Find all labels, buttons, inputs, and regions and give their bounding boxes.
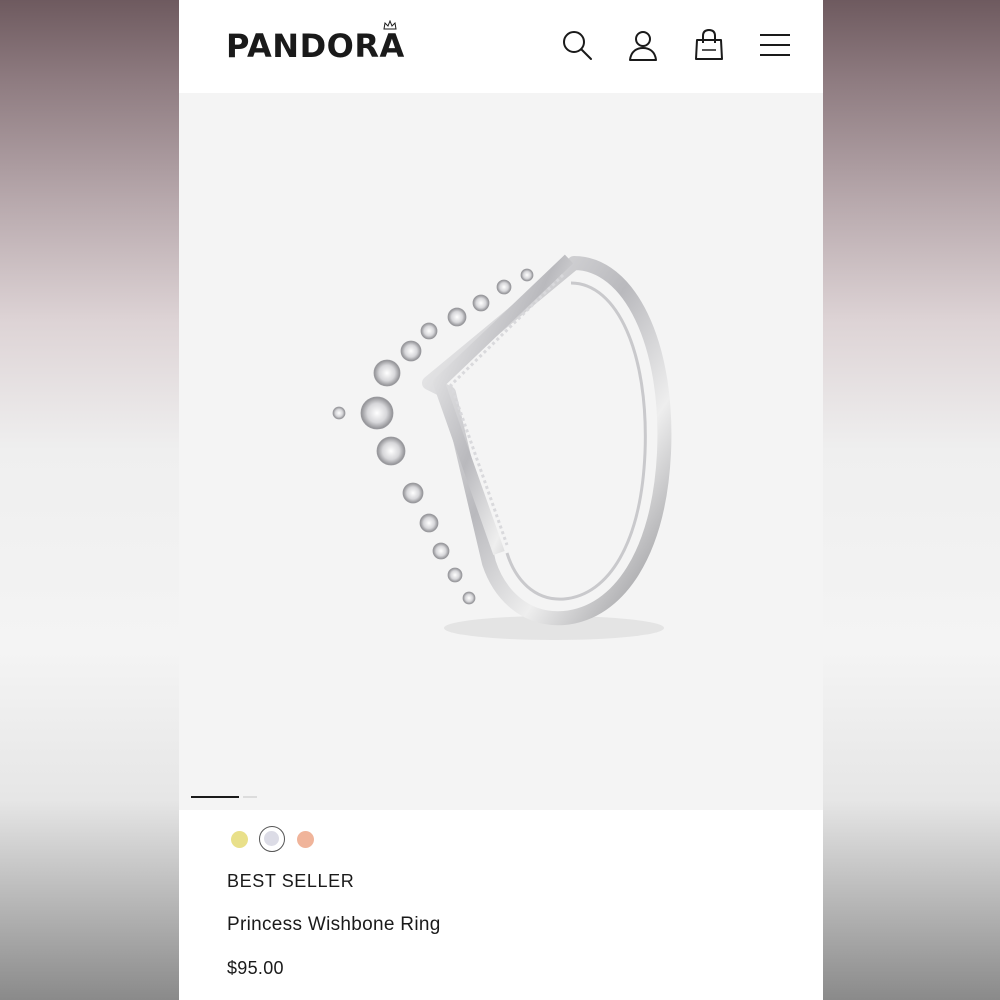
brand-name: PANDORA [226,27,405,65]
best-seller-badge: BEST SELLER [227,871,355,891]
product-price: $95.00 [227,958,284,978]
menu-icon[interactable] [758,28,792,62]
swatch-rose-gold[interactable] [297,831,314,848]
mobile-page: PANDORA BEST SELLER Princess Wishbone Ri… [179,0,823,1000]
site-header: PANDORA [179,0,823,93]
brand-logo[interactable]: PANDORA [226,20,405,66]
product-image-gallery[interactable] [179,93,823,810]
slide-dot[interactable] [243,796,257,798]
slide-dot-active[interactable] [191,796,239,798]
swatch-silver [264,831,279,846]
crown-icon [383,20,397,30]
background: PANDORA BEST SELLER Princess Wishbone Ri… [0,0,1000,1000]
ring-product-image [332,254,672,640]
account-icon[interactable] [626,28,660,62]
swatch-gold[interactable] [231,831,248,848]
product-title[interactable]: Princess Wishbone Ring [227,914,441,936]
bag-icon[interactable] [692,28,726,62]
swatch-silver-selected[interactable] [259,826,285,852]
search-icon[interactable] [560,28,594,62]
